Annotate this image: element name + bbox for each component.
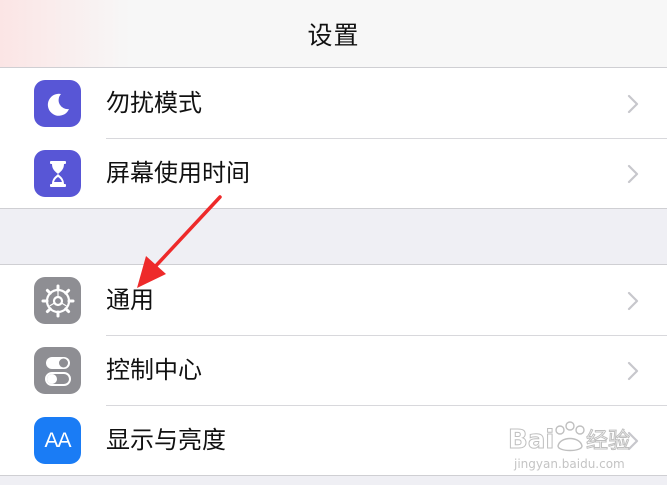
chevron-right-icon — [627, 361, 639, 381]
settings-row-control-center[interactable]: 控制中心 — [0, 335, 667, 405]
toggle-switches-icon — [34, 347, 81, 394]
settings-row-general[interactable]: 通用 — [0, 265, 667, 335]
navigation-bar: 设置 — [0, 0, 667, 68]
watermark-brand-suffix: 经验 — [586, 429, 630, 454]
text-size-glyph: AA — [44, 428, 71, 452]
settings-row-screen-time[interactable]: 屏幕使用时间 — [0, 138, 667, 208]
settings-row-label: 屏幕使用时间 — [106, 159, 250, 187]
settings-row-label: 控制中心 — [106, 356, 202, 384]
chevron-right-icon — [627, 164, 639, 184]
settings-row-label: 显示与亮度 — [106, 426, 226, 454]
moon-icon — [34, 80, 81, 127]
gear-icon — [34, 277, 81, 324]
settings-row-label: 通用 — [106, 286, 154, 314]
chevron-right-icon — [627, 94, 639, 114]
settings-row-do-not-disturb[interactable]: 勿扰模式 — [0, 68, 667, 138]
text-size-icon: AA — [34, 417, 81, 464]
chevron-right-icon — [627, 291, 639, 311]
baidu-jingyan-watermark: Bai 经验 jingyan.baidu.com — [500, 410, 665, 480]
settings-group-focus: 勿扰模式 屏幕使用时间 — [0, 68, 667, 209]
watermark-brand-text: Bai — [508, 425, 554, 455]
watermark-url: jingyan.baidu.com — [513, 457, 625, 471]
page-title: 设置 — [307, 20, 360, 50]
settings-row-label: 勿扰模式 — [106, 89, 202, 117]
hourglass-icon — [34, 150, 81, 197]
navbar-highlight — [0, 0, 130, 67]
